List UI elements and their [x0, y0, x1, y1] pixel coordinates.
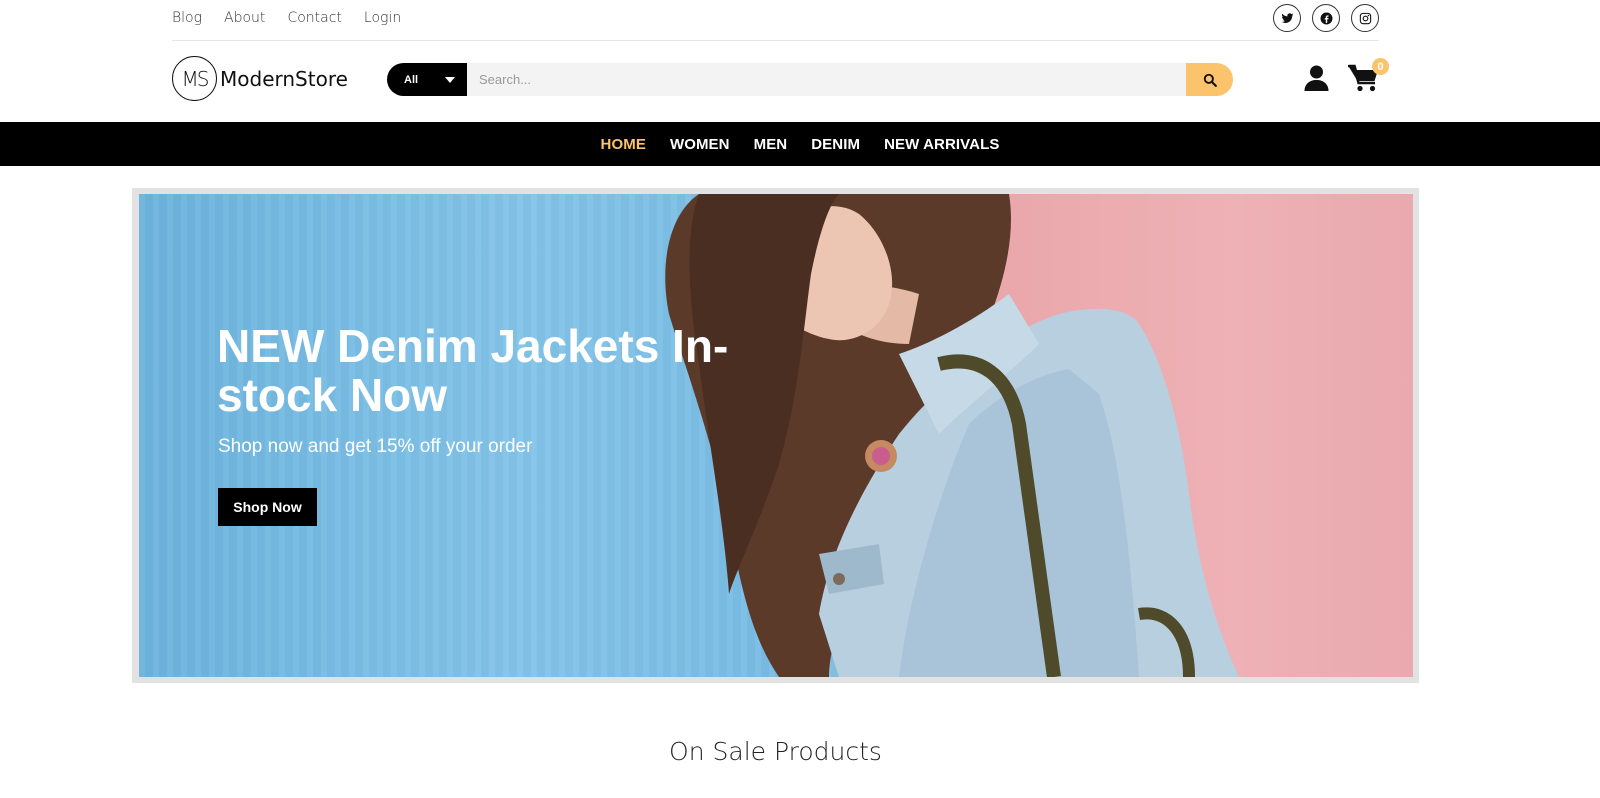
logo-text: ModernStore	[220, 66, 348, 91]
nav-men[interactable]: MEN	[754, 136, 788, 153]
search-category-select[interactable]: All	[387, 63, 467, 96]
search-icon	[1203, 73, 1217, 87]
cart-count-badge: 0	[1372, 58, 1389, 75]
search-button[interactable]	[1186, 63, 1233, 96]
top-link-contact[interactable]: Contact	[287, 10, 341, 26]
main-nav: HOME WOMEN MEN DENIM NEW ARRIVALS	[0, 122, 1600, 166]
top-link-login[interactable]: Login	[364, 10, 401, 26]
nav-denim[interactable]: DENIM	[811, 136, 860, 153]
instagram-icon	[1359, 12, 1371, 24]
site-header: MS ModernStore All 0	[172, 56, 1389, 104]
social-links	[1273, 4, 1379, 32]
hero-title: NEW Denim Jackets In-stock Now	[217, 320, 729, 421]
logo[interactable]: MS ModernStore	[172, 56, 348, 101]
top-links: Blog About Contact Login	[172, 10, 423, 26]
instagram-link[interactable]	[1351, 4, 1379, 32]
user-account-icon[interactable]	[1304, 64, 1329, 92]
on-sale-heading: On Sale Products	[669, 737, 882, 766]
top-link-blog[interactable]: Blog	[172, 10, 202, 26]
twitter-icon	[1281, 12, 1293, 23]
top-bar: Blog About Contact Login	[172, 0, 1379, 41]
twitter-link[interactable]	[1273, 4, 1301, 32]
facebook-icon	[1320, 12, 1332, 24]
top-link-about[interactable]: About	[224, 10, 265, 26]
logo-mark: MS	[172, 56, 217, 101]
nav-home[interactable]: HOME	[601, 136, 646, 153]
chevron-down-icon	[445, 77, 455, 83]
search-input[interactable]	[467, 63, 1186, 96]
hero-subtitle: Shop now and get 15% off your order	[218, 436, 533, 457]
shop-now-button[interactable]: Shop Now	[218, 488, 317, 526]
search-bar: All	[387, 63, 1233, 96]
facebook-link[interactable]	[1312, 4, 1340, 32]
hero-banner: NEW Denim Jackets In-stock Now Shop now …	[139, 194, 1413, 677]
nav-women[interactable]: WOMEN	[670, 136, 730, 153]
nav-new-arrivals[interactable]: NEW ARRIVALS	[884, 136, 999, 153]
search-category-label: All	[404, 73, 419, 86]
